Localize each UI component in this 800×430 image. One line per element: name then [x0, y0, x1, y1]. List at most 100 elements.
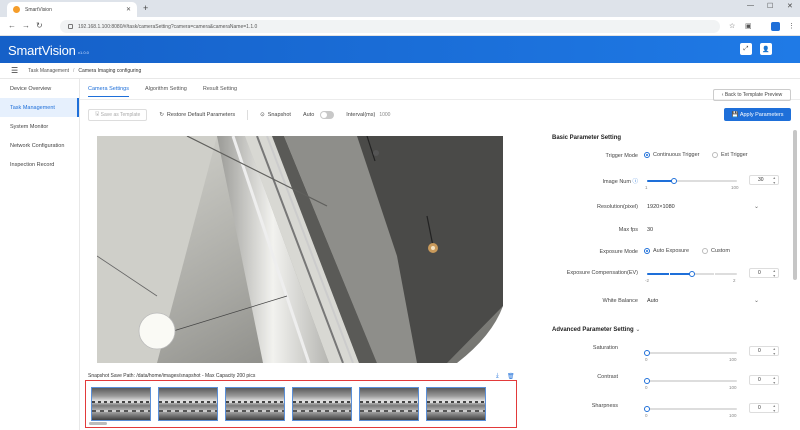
- stepper-icon[interactable]: ▲ ▼: [773, 376, 776, 385]
- trigger-continuous-radio[interactable]: Continuous Trigger: [644, 152, 699, 158]
- exposure-comp-label: Exposure Compensation(EV): [566, 270, 638, 276]
- slider-handle[interactable]: [644, 378, 650, 384]
- minimize-window-icon[interactable]: —: [747, 2, 754, 9]
- max-fps-value: 30: [647, 227, 654, 233]
- snapshot-thumbnail[interactable]: [292, 387, 352, 421]
- saturation-label: Saturation: [592, 345, 618, 351]
- stepper-icon[interactable]: ▲ ▼: [773, 347, 776, 356]
- contrast-value: 0: [758, 377, 761, 383]
- contrast-input[interactable]: 0 ▲ ▼: [749, 375, 779, 385]
- max-fps-label: Max fps: [618, 227, 638, 233]
- toolbar-divider: [247, 109, 249, 120]
- tab-camera-settings[interactable]: Camera Settings: [88, 86, 129, 97]
- slider-handle[interactable]: [644, 350, 650, 356]
- extensions-icon[interactable]: ▣: [745, 22, 752, 30]
- saturation-value: 0: [758, 348, 761, 354]
- slider-tick: [714, 273, 715, 275]
- close-tab-icon[interactable]: ✕: [126, 6, 131, 13]
- back-to-preview-label: Back to Template Preview: [724, 92, 783, 98]
- resolution-select[interactable]: 1920×1080: [647, 204, 675, 210]
- close-window-icon[interactable]: ✕: [787, 2, 793, 10]
- user-icon[interactable]: 👤: [760, 43, 772, 55]
- slider-handle[interactable]: [644, 406, 650, 412]
- radio-unchecked-icon: [702, 248, 708, 254]
- url-field[interactable]: 192.168.1.100:8080/#/task/cameraSetting?…: [60, 20, 720, 33]
- forward-arrow-icon[interactable]: →: [22, 21, 30, 30]
- slider-fill: [647, 180, 674, 182]
- refresh-icon: ↻: [159, 111, 164, 118]
- back-arrow-icon[interactable]: ←: [8, 21, 16, 30]
- exposure-mode-label: Exposure Mode: [599, 249, 638, 255]
- sidebar: Device Overview Task Management System M…: [0, 79, 80, 430]
- restore-default-button[interactable]: ↻ Restore Default Parameters: [159, 112, 235, 118]
- new-tab-button[interactable]: +: [143, 3, 148, 13]
- advanced-section-title[interactable]: Advanced Parameter Setting ⌄: [552, 326, 640, 333]
- exposure-comp-min: -2: [645, 278, 650, 283]
- back-to-preview-button[interactable]: ‹ Back to Template Preview: [713, 89, 791, 101]
- sidebar-item-inspection-record[interactable]: Inspection Record: [0, 155, 79, 174]
- reload-icon[interactable]: ↻: [36, 21, 43, 30]
- snapshot-thumbnail[interactable]: [158, 387, 218, 421]
- saturation-input[interactable]: 0 ▲ ▼: [749, 346, 779, 356]
- bookmark-star-icon[interactable]: ☆: [729, 22, 735, 30]
- snapshot-button[interactable]: ⊙ Snapshot: [260, 112, 291, 118]
- apply-parameters-button[interactable]: 💾 Apply Parameters: [724, 108, 791, 121]
- slider-handle[interactable]: [689, 271, 695, 277]
- restore-default-label: Restore Default Parameters: [166, 111, 236, 118]
- breadcrumb: ☰ Task Management / Camera Imaging confi…: [0, 63, 800, 79]
- slider-handle[interactable]: [671, 178, 677, 184]
- browser-menu-icon[interactable]: ⋮: [788, 22, 795, 30]
- stepper-icon[interactable]: ▲ ▼: [773, 176, 776, 185]
- sidebar-item-device-overview[interactable]: Device Overview: [0, 79, 79, 98]
- contrast-max: 100: [729, 385, 737, 390]
- trigger-ext-radio[interactable]: Ext Trigger: [712, 152, 748, 158]
- url-text: 192.168.1.100:8080/#/task/cameraSetting?…: [78, 23, 258, 30]
- app-version: v1.0.0: [78, 50, 89, 55]
- browser-tab[interactable]: SmartVision ✕: [7, 2, 137, 17]
- exposure-comp-slider[interactable]: [647, 271, 737, 277]
- sidebar-item-system-monitor[interactable]: System Monitor: [0, 117, 79, 136]
- panel-scrollbar[interactable]: [793, 130, 797, 280]
- sidebar-item-task-management[interactable]: Task Management: [0, 98, 79, 117]
- apply-parameters-label: Apply Parameters: [739, 111, 784, 118]
- sharpness-input[interactable]: 0 ▲ ▼: [749, 403, 779, 413]
- snapshot-thumbnail[interactable]: [426, 387, 486, 421]
- image-num-slider[interactable]: [647, 178, 737, 184]
- delete-icon[interactable]: 🗑: [507, 373, 515, 380]
- expand-icon[interactable]: ⤢: [740, 43, 752, 55]
- tab-algorithm-setting[interactable]: Algorithm Setting: [145, 86, 187, 97]
- snapshot-thumbnail[interactable]: [225, 387, 285, 421]
- breadcrumb-item[interactable]: Task Management: [28, 68, 69, 74]
- interval-value[interactable]: 1000: [379, 112, 390, 118]
- profile-icon[interactable]: [771, 22, 780, 31]
- auto-toggle[interactable]: [320, 110, 335, 119]
- image-num-input[interactable]: 30 ▲ ▼: [749, 175, 779, 185]
- menu-toggle-icon[interactable]: ☰: [11, 66, 18, 75]
- basic-section-title: Basic Parameter Setting: [552, 135, 622, 141]
- tab-result-setting[interactable]: Result Setting: [203, 86, 237, 97]
- download-icon[interactable]: ⤓: [496, 373, 499, 380]
- exposure-custom-radio[interactable]: Custom: [702, 248, 730, 254]
- sharpness-min: 0: [645, 413, 648, 418]
- maximize-window-icon[interactable]: ☐: [767, 2, 773, 10]
- stepper-icon[interactable]: ▲ ▼: [773, 269, 776, 278]
- save-template-button[interactable]: 🖫 Save as Template: [88, 108, 148, 121]
- sidebar-item-network-configuration[interactable]: Network Configuration: [0, 136, 79, 155]
- chevron-down-icon[interactable]: ⌄: [754, 297, 759, 304]
- tab-divider: [80, 99, 800, 100]
- sharpness-label: Sharpness: [591, 403, 618, 409]
- chevron-down-icon[interactable]: ⌄: [754, 203, 759, 210]
- stepper-icon[interactable]: ▲ ▼: [773, 404, 776, 413]
- interval-label: Interval(ms): [346, 111, 376, 118]
- camera-preview-image: [97, 136, 503, 363]
- saturation-max: 100: [729, 357, 737, 362]
- filmstrip-scrollbar[interactable]: [89, 422, 107, 425]
- saturation-slider[interactable]: [644, 350, 737, 356]
- white-balance-select[interactable]: Auto: [647, 298, 658, 304]
- sharpness-slider[interactable]: [644, 406, 737, 412]
- contrast-slider[interactable]: [644, 378, 737, 384]
- exposure-auto-radio[interactable]: Auto Exposure: [644, 248, 689, 254]
- exposure-comp-input[interactable]: 0 ▲ ▼: [749, 268, 779, 278]
- snapshot-thumbnail[interactable]: [91, 387, 151, 421]
- snapshot-thumbnail[interactable]: [359, 387, 419, 421]
